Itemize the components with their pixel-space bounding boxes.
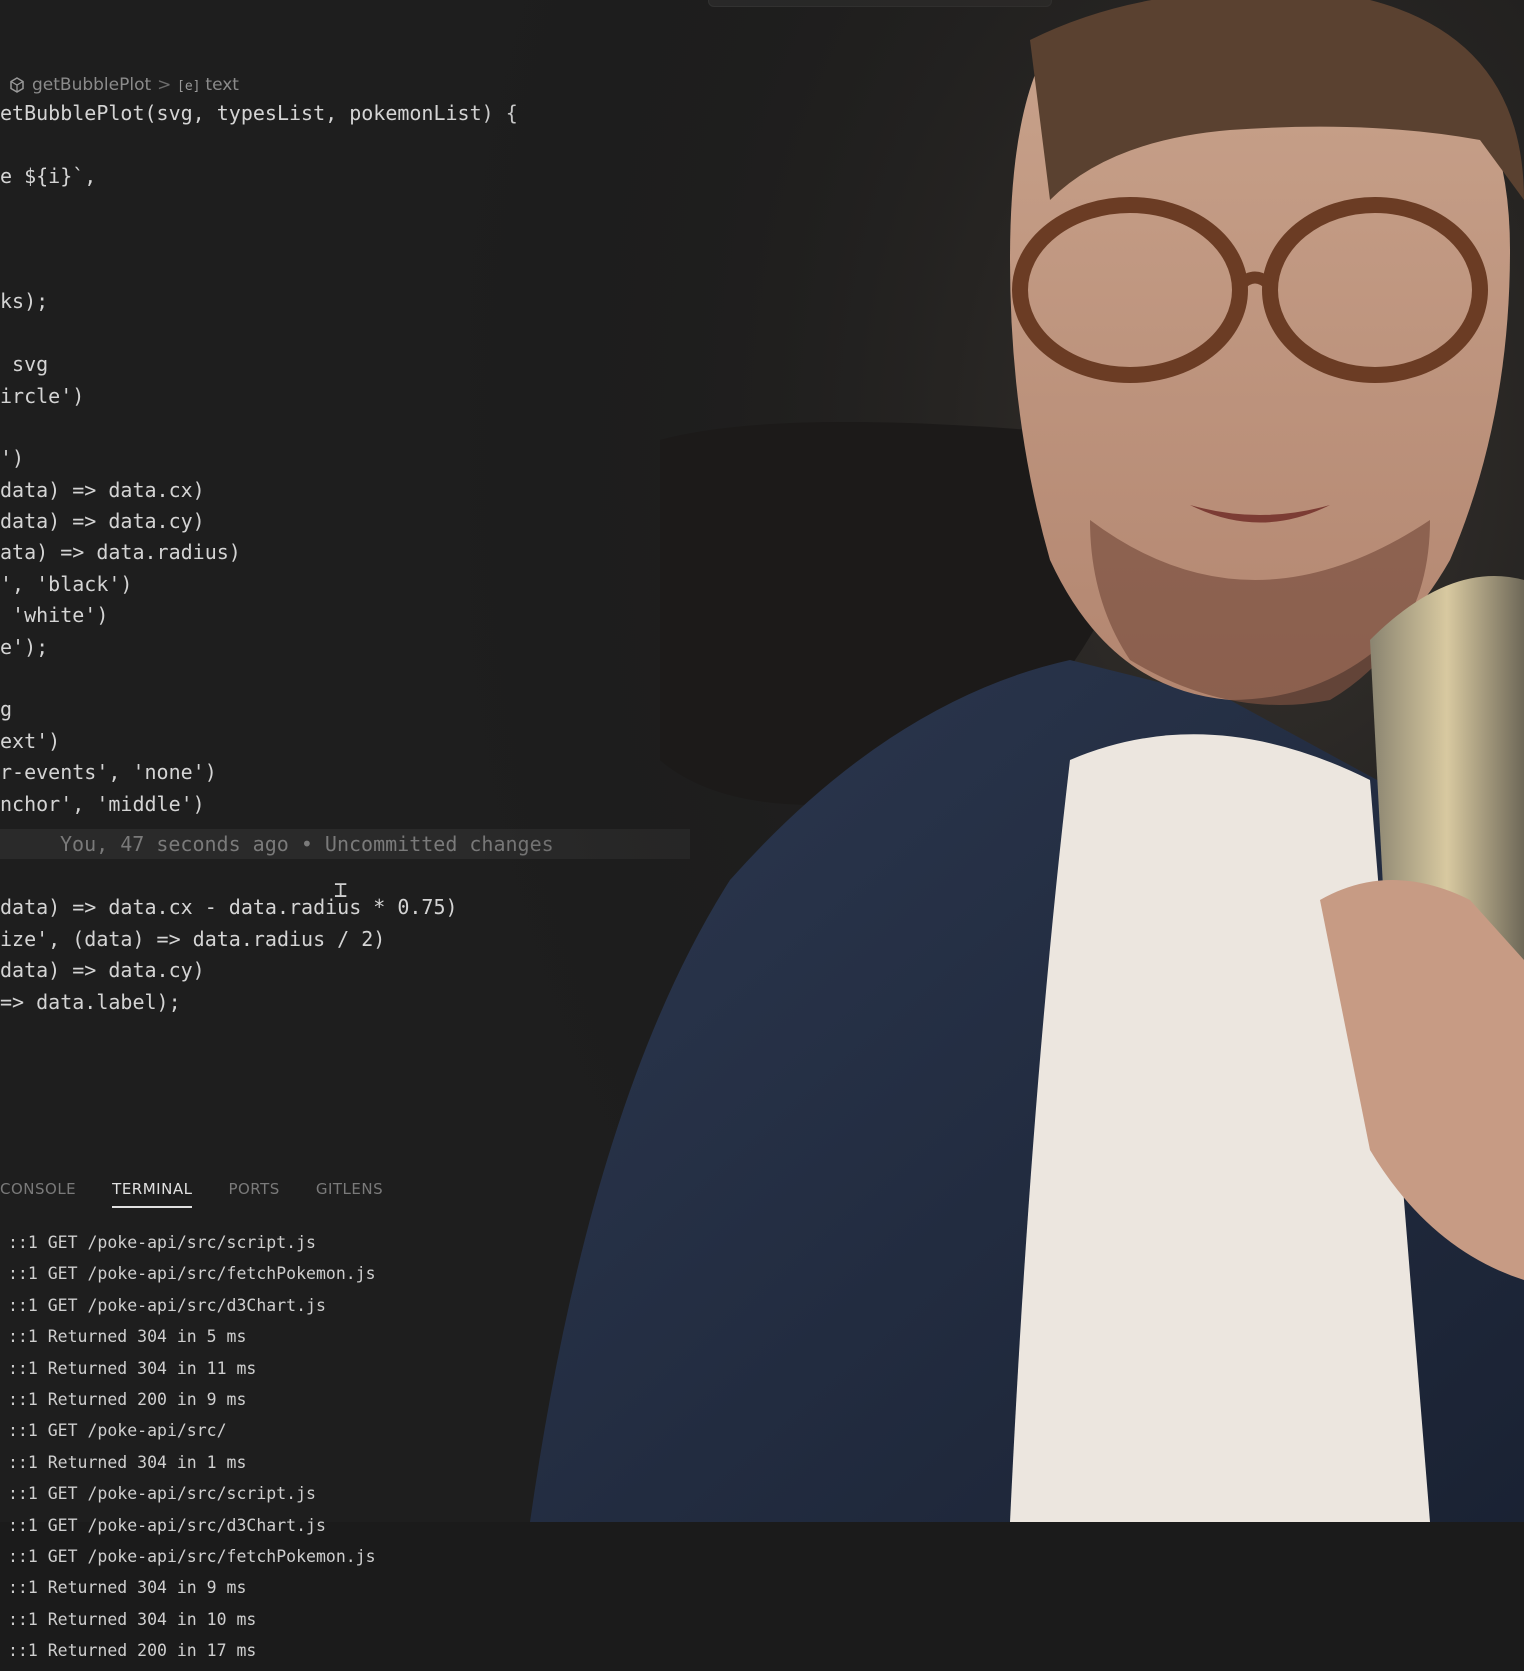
title-bar-tab [708, 0, 1052, 7]
tab-ports[interactable]: PORTS [228, 1180, 279, 1208]
terminal-line: ::1 GET /poke-api/src/fetchPokemon.js [8, 1264, 376, 1284]
code-line: r-events', 'none') [0, 760, 217, 785]
code-area[interactable]: etBubblePlot(svg, typesList, pokemonList… [0, 98, 1000, 820]
code-line: g [0, 697, 13, 722]
breadcrumb-item-function[interactable]: getBubblePlot [32, 75, 151, 95]
code-line: ', 'black') [0, 571, 133, 596]
tab-gitlens[interactable]: GITLENS [316, 1180, 383, 1208]
code-line: svg [0, 352, 49, 377]
code-line: e ${i}`, [0, 163, 97, 188]
code-line: etBubblePlot(svg, typesList, pokemonList… [0, 101, 518, 125]
code-line: data) => data.cy) [0, 958, 205, 983]
code-line: data) => data.cx - data.radius * 0.75) [0, 895, 458, 920]
terminal-line: ::1 Returned 304 in 10 ms [8, 1609, 257, 1629]
code-line: data) => data.cy) [0, 509, 205, 534]
code-area-continued[interactable]: data) => data.cx - data.radius * 0.75) iz… [0, 861, 1000, 1018]
panel-tabs: CONSOLE TERMINAL PORTS GITLENS [0, 1180, 383, 1208]
terminal-output[interactable]: ::1 GET /poke-api/src/script.js::1 GET /… [8, 1232, 376, 1671]
code-line: => data.label); [0, 989, 181, 1014]
terminal-line: ::1 Returned 200 in 17 ms [8, 1641, 257, 1661]
breadcrumb: getBubblePlot > [e] text [8, 72, 239, 98]
breadcrumb-item-variable[interactable]: text [205, 75, 239, 95]
terminal-line: ::1 GET /poke-api/src/script.js [8, 1233, 316, 1252]
symbol-variable-icon: [e] [177, 76, 200, 94]
code-line: ata) => data.radius) [0, 540, 241, 565]
tab-terminal[interactable]: TERMINAL [112, 1180, 193, 1208]
terminal-line: ::1 GET /poke-api/src/fetchPokemon.js [8, 1546, 376, 1566]
terminal-line: ::1 GET /poke-api/src/ [8, 1421, 227, 1441]
code-line: nchor', 'middle') [0, 791, 205, 816]
code-line: ize', (data) => data.radius / 2) [0, 926, 386, 951]
terminal-line: ::1 Returned 304 in 11 ms [8, 1358, 257, 1378]
terminal-line: ::1 Returned 304 in 1 ms [8, 1452, 247, 1472]
code-editor: getBubblePlot > [e] text etBubblePlot(sv… [0, 0, 1524, 1660]
code-line: ircle') [0, 383, 85, 408]
terminal-line: ::1 Returned 200 in 9 ms [8, 1389, 247, 1409]
terminal-line: ::1 GET /poke-api/src/d3Chart.js [8, 1295, 326, 1315]
svg-text:[e]: [e] [177, 79, 199, 94]
code-line: data) => data.cx) [0, 477, 205, 502]
tab-console[interactable]: CONSOLE [0, 1180, 76, 1208]
terminal-line: ::1 Returned 304 in 5 ms [8, 1327, 247, 1347]
terminal-line: ::1 GET /poke-api/src/script.js [8, 1484, 316, 1504]
symbol-method-icon [8, 76, 26, 94]
code-line: ') [0, 446, 25, 471]
git-blame-annotation: You, 47 seconds ago • Uncommitted change… [60, 832, 554, 856]
breadcrumb-separator: > [157, 75, 172, 95]
code-line: ext') [0, 728, 61, 753]
code-line: 'white') [0, 603, 109, 628]
terminal-line: ::1 GET /poke-api/src/d3Chart.js [8, 1515, 326, 1535]
code-line: ks); [0, 289, 49, 314]
code-line: e'); [0, 634, 49, 659]
terminal-line: ::1 Returned 304 in 9 ms [8, 1578, 247, 1598]
